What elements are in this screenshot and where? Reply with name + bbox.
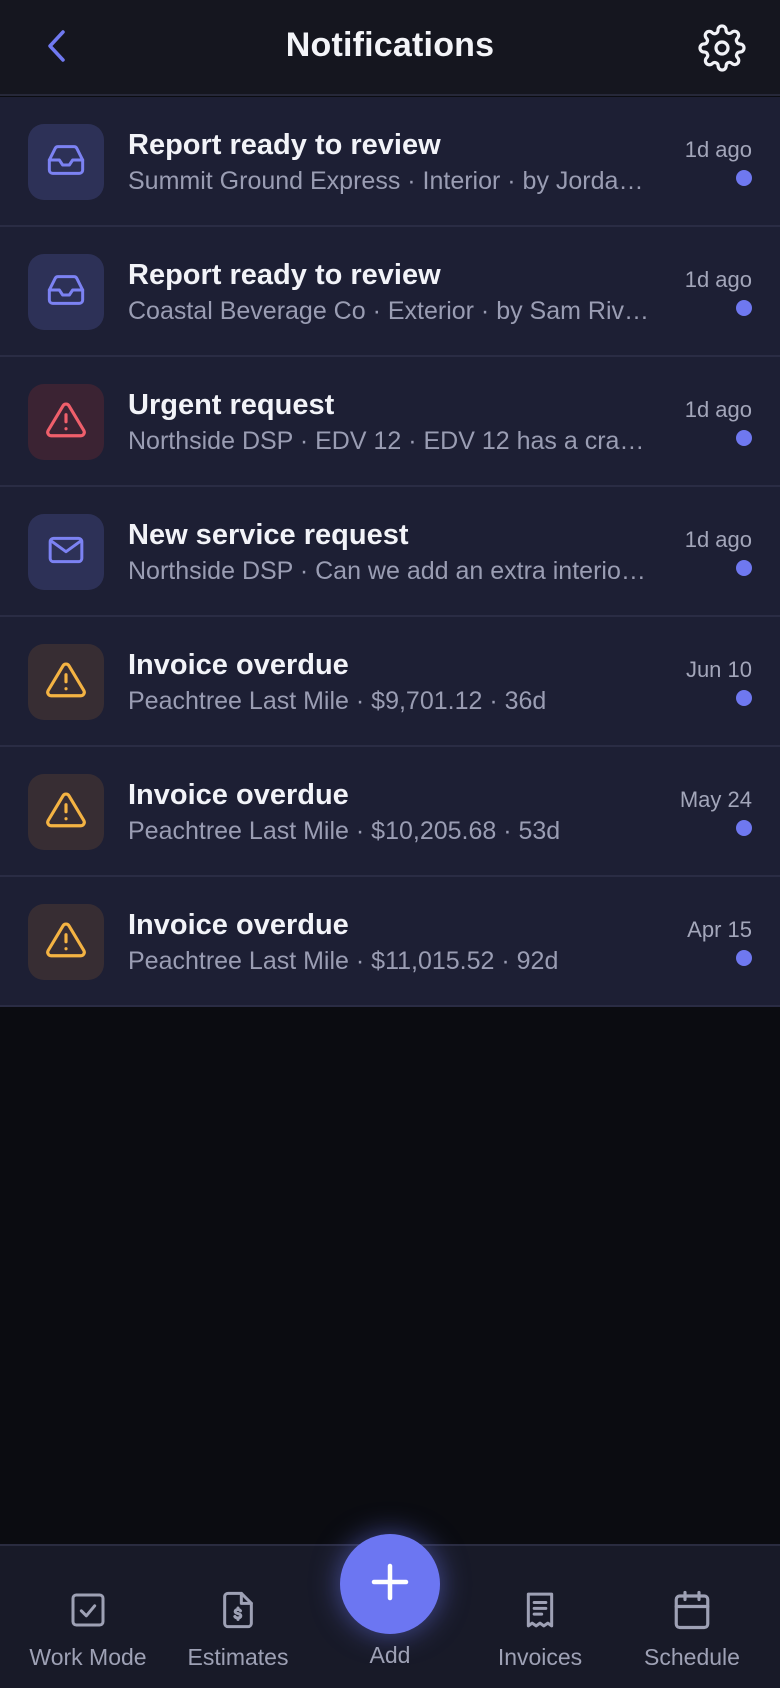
file-dollar-icon: [214, 1586, 262, 1634]
notification-title: Invoice overdue: [128, 779, 349, 811]
unread-dot: [736, 430, 752, 446]
notification-time: 1d ago: [684, 267, 752, 292]
notification-icon-tile: [28, 904, 104, 980]
gear-icon: [698, 23, 746, 77]
notification-row[interactable]: Report ready to review Coastal Beverage …: [0, 227, 780, 357]
plus-icon: [368, 1560, 412, 1609]
notification-row[interactable]: Urgent request Northside DSP · EDV 12 · …: [0, 357, 780, 487]
tab-label: Estimates: [187, 1644, 289, 1670]
notifications-screen: Notifications Report ready to review Sum…: [0, 0, 780, 1688]
inbox-icon: [46, 270, 86, 315]
notification-title: Report ready to review: [128, 259, 441, 291]
notification-row[interactable]: Invoice overdue Peachtree Last Mile · $1…: [0, 747, 780, 877]
notification-title: Invoice overdue: [128, 649, 349, 681]
alert-triangle-icon: [45, 789, 87, 836]
alert-triangle-icon: [45, 659, 87, 706]
notification-title: Invoice overdue: [128, 909, 349, 941]
notification-icon-tile: [28, 124, 104, 200]
notification-list: Report ready to review Summit Ground Exp…: [0, 97, 780, 1007]
notification-title: Urgent request: [128, 389, 335, 421]
add-label: Add: [369, 1642, 411, 1668]
notification-icon-tile: [28, 774, 104, 850]
checkbox-icon: [64, 1586, 112, 1634]
notification-icon-tile: [28, 384, 104, 460]
tab-schedule[interactable]: Schedule: [622, 1546, 762, 1688]
receipt-icon: [516, 1586, 564, 1634]
notification-icon-tile: [28, 514, 104, 590]
unread-dot: [736, 820, 752, 836]
notification-subtitle: Summit Ground Express · Interior · by Jo…: [128, 167, 653, 195]
unread-dot: [736, 690, 752, 706]
alert-triangle-icon: [45, 399, 87, 446]
mail-icon: [46, 530, 86, 575]
alert-triangle-icon: [45, 919, 87, 966]
notification-icon-tile: [28, 254, 104, 330]
tab-work-mode[interactable]: Work Mode: [18, 1546, 158, 1688]
tab-label: Work Mode: [29, 1644, 147, 1670]
tab-estimates[interactable]: Estimates: [168, 1546, 308, 1688]
tab-invoices[interactable]: Invoices: [470, 1546, 610, 1688]
notification-row[interactable]: Invoice overdue Peachtree Last Mile · $9…: [0, 617, 780, 747]
unread-dot: [736, 170, 752, 186]
unread-dot: [736, 950, 752, 966]
notification-subtitle: Coastal Beverage Co · Exterior · by Sam …: [128, 297, 653, 325]
notification-subtitle: Northside DSP · Can we add an extra inte…: [128, 557, 653, 585]
notification-title: Report ready to review: [128, 129, 441, 161]
notification-title: New service request: [128, 519, 409, 551]
calendar-icon: [668, 1586, 716, 1634]
notification-subtitle: Northside DSP · EDV 12 · EDV 12 has a cr…: [128, 427, 653, 455]
notification-row[interactable]: Invoice overdue Peachtree Last Mile · $1…: [0, 877, 780, 1007]
add-button[interactable]: [340, 1534, 440, 1634]
notification-icon-tile: [28, 644, 104, 720]
notification-row[interactable]: New service request Northside DSP · Can …: [0, 487, 780, 617]
settings-button[interactable]: [694, 22, 750, 78]
notification-time: 1d ago: [684, 527, 752, 552]
notification-subtitle: Peachtree Last Mile · $9,701.12 · 36d: [128, 687, 547, 715]
notification-subtitle: Peachtree Last Mile · $11,015.52 · 92d: [128, 947, 559, 975]
page-title: Notifications: [285, 26, 495, 64]
notification-time: 1d ago: [684, 137, 752, 162]
tab-label: Invoices: [497, 1644, 583, 1670]
inbox-icon: [46, 140, 86, 185]
unread-dot: [736, 560, 752, 576]
tab-label: Schedule: [644, 1644, 740, 1670]
header: Notifications: [0, 0, 780, 96]
notification-time: Apr 15: [687, 917, 752, 942]
notification-time: 1d ago: [684, 397, 752, 422]
notification-subtitle: Peachtree Last Mile · $10,205.68 · 53d: [128, 817, 561, 845]
unread-dot: [736, 300, 752, 316]
notification-time: May 24: [679, 787, 752, 812]
notification-row[interactable]: Report ready to review Summit Ground Exp…: [0, 97, 780, 227]
notification-time: Jun 10: [685, 657, 752, 682]
